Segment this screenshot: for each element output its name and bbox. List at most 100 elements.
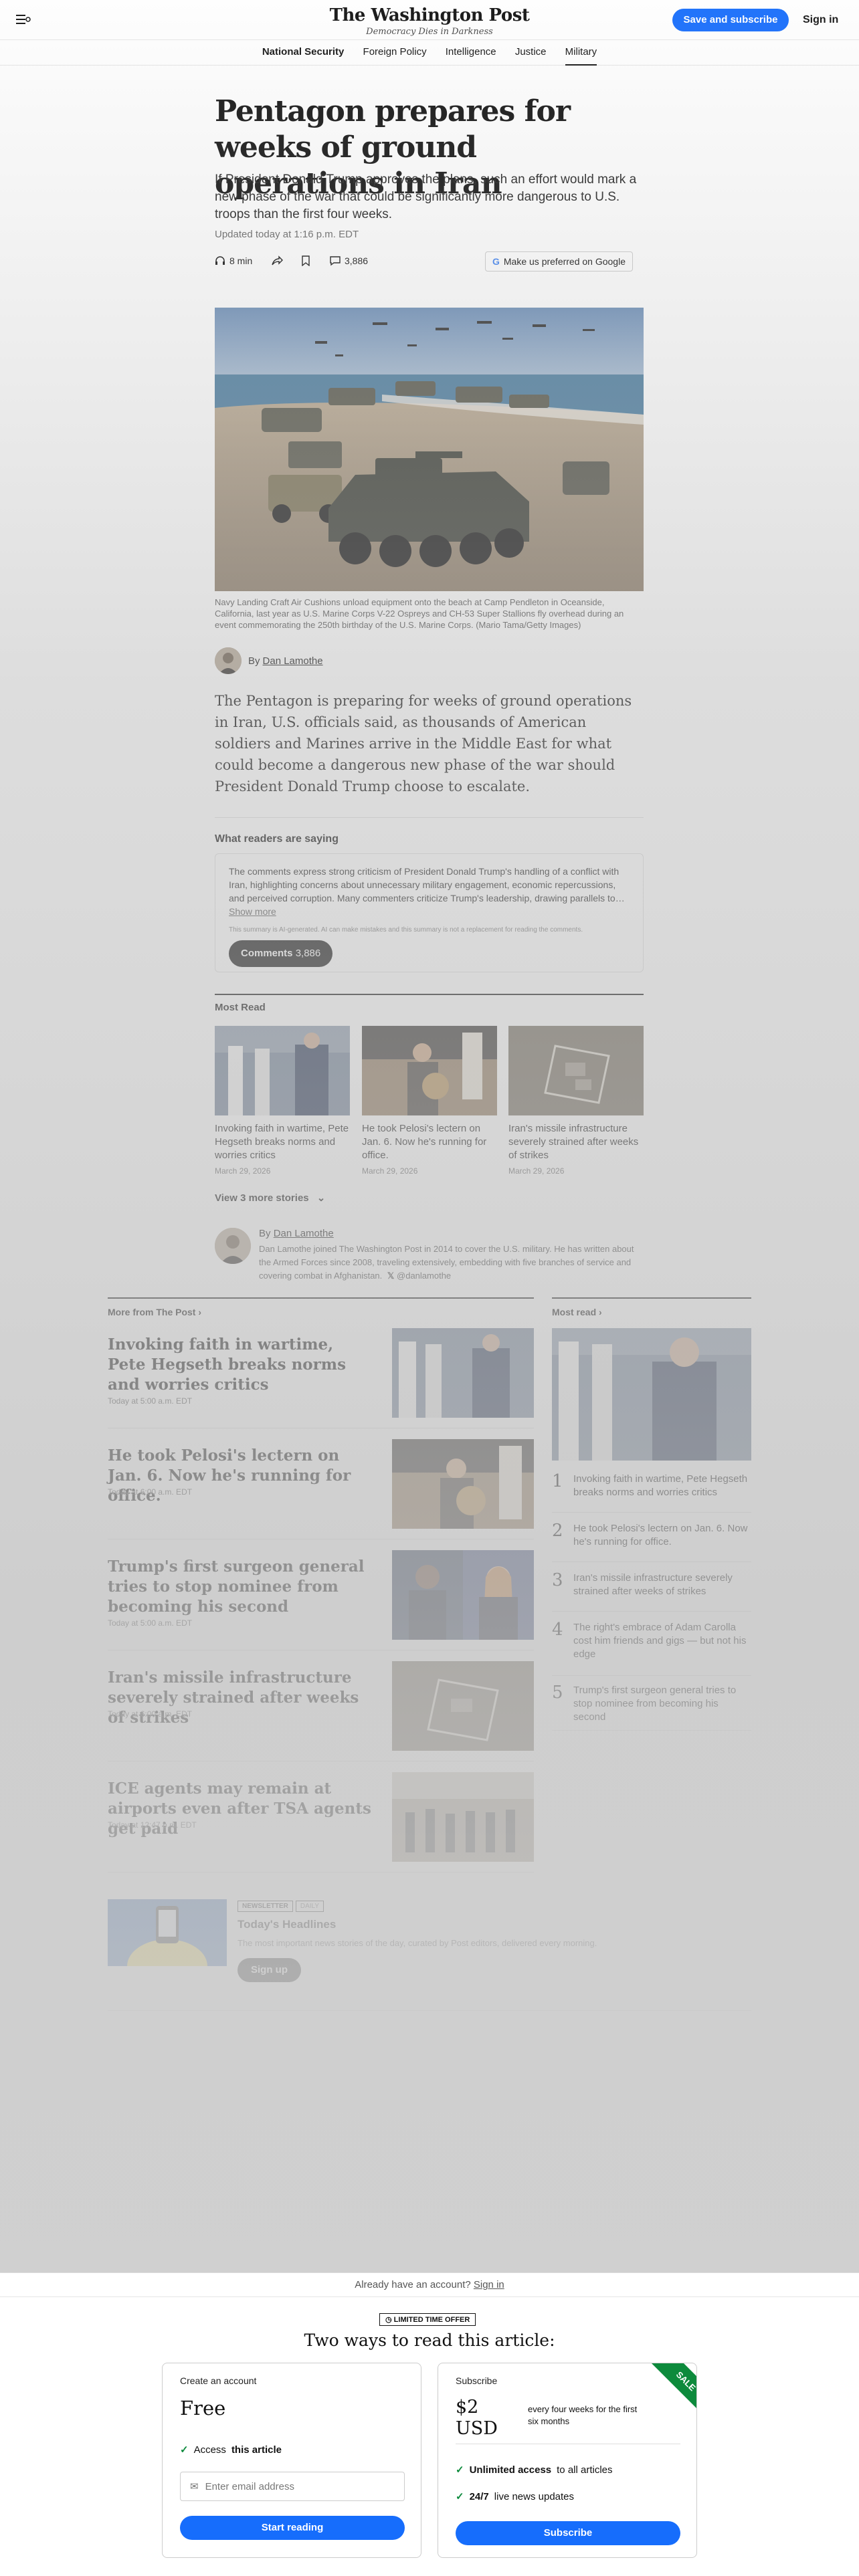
comments-button-label: Comments [241, 948, 293, 959]
hero-image [215, 308, 644, 591]
more-story[interactable]: Invoking faith in wartime, Pete Hegseth … [108, 1328, 534, 1428]
bio-text: Dan Lamothe joined The Washington Post i… [259, 1243, 647, 1283]
ai-disclaimer: This summary is AI-generated. AI can mak… [229, 926, 583, 934]
most-read-rule [215, 994, 644, 995]
bio-author-link[interactable]: Dan Lamothe [274, 1228, 334, 1239]
subscribe-button[interactable]: Save and subscribe [672, 9, 789, 31]
more-from-rule [108, 1297, 534, 1299]
story-thumb [392, 1550, 534, 1640]
mail-icon: ✉ [190, 2481, 199, 2492]
byline-prefix: By [248, 655, 260, 667]
view-more-stories-button[interactable]: View 3 more stories ⌄ [215, 1192, 644, 1204]
benefit-bold: Unlimited access [469, 2464, 552, 2476]
more-from-label: More from The Post [108, 1307, 196, 1317]
rank-number: 4 [552, 1620, 563, 1640]
start-reading-button[interactable]: Start reading [180, 2516, 405, 2540]
most-read-date: March 29, 2026 [508, 1166, 565, 1176]
more-story[interactable]: Trump's first surgeon general tries to s… [108, 1550, 534, 1650]
listen-button[interactable]: 8 min [215, 255, 252, 266]
newsletter-title: Today's Headlines [237, 1918, 337, 1931]
most-read-title: Iran's missile infrastructure severely s… [508, 1123, 639, 1161]
most-read-title: Invoking faith in wartime, Pete Hegseth … [215, 1123, 349, 1161]
story-thumb [392, 1661, 534, 1751]
view-more-label: View 3 more stories [215, 1192, 309, 1204]
most-read-side-title: Iran's missile infrastructure severely s… [573, 1572, 733, 1597]
nav-item-justice[interactable]: Justice [515, 40, 547, 64]
readers-summary: The comments express strong criticism of… [229, 865, 630, 918]
offer-badge: ◷ LIMITED TIME OFFER [379, 2313, 476, 2326]
paywall-sign-in-link[interactable]: Sign in [474, 2279, 504, 2290]
price-period: every four weeks for the first six month… [528, 2404, 638, 2426]
preferred-source-button[interactable]: G Make us preferred on Google [485, 251, 633, 272]
author-bio: By Dan Lamothe Dan Lamothe joined The Wa… [215, 1228, 644, 1281]
chevron-right-icon: › [198, 1307, 202, 1317]
more-from-heading[interactable]: More from The Post › [108, 1307, 201, 1317]
offer-label: LIMITED TIME OFFER [393, 2316, 470, 2324]
comment-icon [330, 256, 341, 266]
rank-number: 1 [552, 1471, 563, 1491]
story-title: Invoking faith in wartime, Pete Hegseth … [108, 1335, 347, 1394]
most-read-thumb [362, 1026, 497, 1115]
newsletter-tags: NEWSLETTER DAILY [237, 1901, 324, 1912]
subscribe-card-button[interactable]: Subscribe [456, 2521, 680, 2545]
bookmark-button[interactable] [302, 255, 310, 266]
author-avatar[interactable] [215, 1228, 251, 1264]
benefit-row: ✓ Unlimited access to all articles [456, 2464, 613, 2476]
most-read-side-item[interactable]: 5 Trump's first surgeon general tries to… [552, 1683, 751, 1731]
nav-item-intelligence[interactable]: Intelligence [446, 40, 496, 64]
listen-duration: 8 min [229, 255, 253, 266]
story-thumb [392, 1772, 534, 1862]
most-read-side-item[interactable]: 2 He took Pelosi's lectern on Jan. 6. No… [552, 1521, 751, 1562]
most-read-side-rule [552, 1297, 751, 1299]
more-story[interactable]: Iran's missile infrastructure severely s… [108, 1661, 534, 1761]
most-read-date: March 29, 2026 [215, 1166, 271, 1176]
bio-handle[interactable]: @danlamothe [397, 1271, 451, 1281]
updated-time: Updated today at 1:16 p.m. EDT [215, 229, 359, 240]
chevron-right-icon: › [599, 1307, 602, 1317]
show-more-link[interactable]: Show more [229, 906, 276, 917]
most-read-side-item[interactable]: 1 Invoking faith in wartime, Pete Hegset… [552, 1471, 751, 1513]
most-read-side-heading[interactable]: Most read › [552, 1307, 602, 1317]
story-time: Today at 5:00 a.m. EDT [108, 1618, 193, 1628]
benefit-bold: 24/7 [469, 2490, 489, 2502]
page: The Washington Post Democracy Dies in Da… [0, 0, 859, 2576]
comments-button[interactable]: Comments 3,886 [229, 940, 333, 967]
nav-item-foreign-policy[interactable]: Foreign Policy [363, 40, 427, 64]
comments-button-count: 3,886 [295, 948, 321, 959]
nav-item-military[interactable]: Military [565, 40, 597, 66]
email-field[interactable]: ✉ Enter email address [180, 2472, 405, 2501]
more-story[interactable]: He took Pelosi's lectern on Jan. 6. Now … [108, 1439, 534, 1539]
paywall-title: Two ways to read this article: [304, 2331, 555, 2350]
author-avatar[interactable] [215, 647, 242, 674]
email-placeholder: Enter email address [205, 2480, 294, 2492]
x-icon[interactable]: 𝕏 [387, 1271, 394, 1281]
most-read-card[interactable]: Invoking faith in wartime, Pete Hegseth … [215, 1026, 350, 1176]
more-story[interactable]: ICE agents may remain at airports even a… [108, 1772, 534, 1872]
image-caption: Navy Landing Craft Air Cushions unload e… [215, 597, 624, 630]
frequency-tag: DAILY [295, 1901, 324, 1912]
share-button[interactable] [271, 255, 283, 266]
preferred-source-label: Make us preferred on Google [503, 256, 626, 267]
rank-number: 2 [552, 1521, 563, 1541]
most-read-side-image[interactable] [552, 1328, 751, 1461]
most-read-side-item[interactable]: 3 Iran's missile infrastructure severely… [552, 1570, 751, 1612]
comments-count-button[interactable]: 3,886 [330, 255, 368, 266]
benefit-text: to all articles [557, 2464, 613, 2476]
most-read-card[interactable]: He took Pelosi's lectern on Jan. 6. Now … [362, 1026, 497, 1176]
check-icon: ✓ [456, 2464, 464, 2476]
nav-item-national-security[interactable]: National Security [262, 40, 345, 64]
most-read-title: He took Pelosi's lectern on Jan. 6. Now … [362, 1123, 487, 1161]
sign-in-link[interactable]: Sign in [803, 9, 838, 31]
check-icon: ✓ [180, 2444, 189, 2456]
most-read-date: March 29, 2026 [362, 1166, 418, 1176]
readers-summary-text: The comments express strong criticism of… [229, 866, 625, 903]
most-read-card[interactable]: Iran's missile infrastructure severely s… [508, 1026, 644, 1176]
story-time: Today at 6:00 a.m. EDT [108, 1709, 193, 1719]
most-read-side-title: He took Pelosi's lectern on Jan. 6. Now … [573, 1523, 748, 1547]
author-link[interactable]: Dan Lamothe [263, 655, 323, 667]
card-label: Create an account [180, 2375, 257, 2386]
benefit-bold: this article [231, 2444, 282, 2456]
most-read-side-item[interactable]: 4 The right's embrace of Adam Carolla co… [552, 1620, 751, 1676]
subheadline: If President Donald Trump approves the p… [215, 173, 637, 221]
sign-up-button[interactable]: Sign up [237, 1958, 301, 1982]
